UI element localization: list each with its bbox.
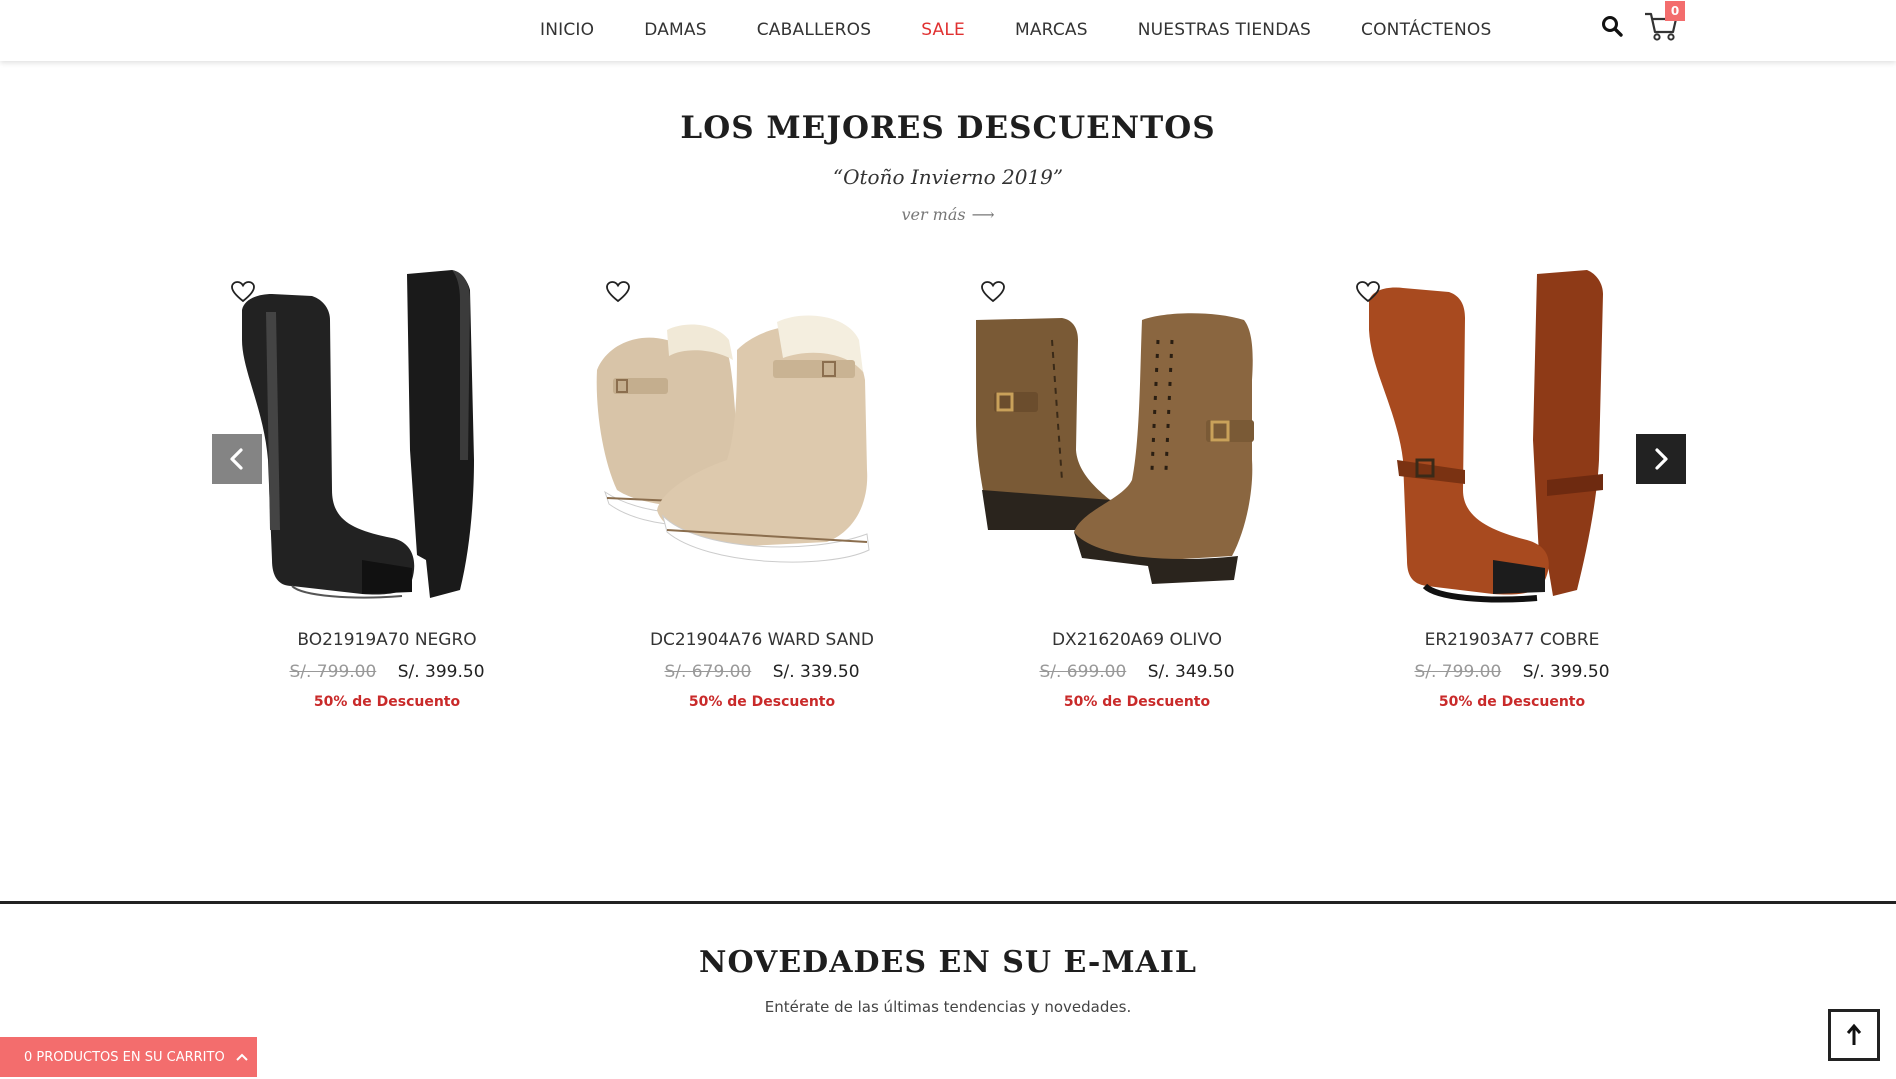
nav-item-sale[interactable]: SALE (921, 20, 965, 40)
product-card[interactable]: DX21620A69 OLIVO S/. 699.00 S/. 349.50 5… (962, 260, 1312, 730)
product-prices: S/. 799.00 S/. 399.50 (212, 662, 562, 682)
arrow-up-icon (1846, 1023, 1862, 1045)
chevron-up-icon (235, 1053, 248, 1061)
back-to-top-button[interactable] (1828, 1009, 1880, 1061)
search-icon[interactable] (1600, 14, 1624, 38)
section-title: LOS MEJORES DESCUENTOS (680, 110, 1216, 146)
product-carousel: BO21919A70 NEGRO S/. 799.00 S/. 399.50 5… (212, 260, 1687, 730)
heart-icon[interactable] (230, 280, 256, 304)
product-image-sand-shearling-ankle-boot[interactable] (587, 260, 937, 610)
sale-price: S/. 399.50 (397, 662, 485, 682)
newsletter-title: NOVEDADES EN SU E-MAIL (699, 945, 1197, 980)
old-price: S/. 799.00 (1414, 662, 1502, 682)
main-nav: INICIO DAMAS CABALLEROS SALE MARCAS NUES… (515, 20, 1516, 40)
discount-label: 50% de Descuento (688, 694, 836, 710)
sale-price: S/. 339.50 (772, 662, 860, 682)
section-subtitle: “Otoño Invierno 2019” (832, 165, 1064, 189)
nav-item-caballeros[interactable]: CABALLEROS (757, 20, 871, 40)
carousel-next-button[interactable] (1636, 434, 1686, 484)
carousel-prev-button[interactable] (212, 434, 262, 484)
nav-item-damas[interactable]: DAMAS (644, 20, 707, 40)
product-image-copper-tall-boot[interactable] (1337, 260, 1687, 610)
heart-icon[interactable] (1355, 280, 1381, 304)
old-price: S/. 679.00 (664, 662, 752, 682)
product-prices: S/. 799.00 S/. 399.50 (1337, 662, 1687, 682)
mini-cart-bar[interactable]: 0 PRODUCTOS EN SU CARRITO (0, 1037, 257, 1077)
nav-item-marcas[interactable]: MARCAS (1015, 20, 1088, 40)
site-header: INICIO DAMAS CABALLEROS SALE MARCAS NUES… (0, 0, 1896, 61)
ver-mas-label: ver más (901, 205, 966, 224)
discount-label: 50% de Descuento (1063, 694, 1211, 710)
ver-mas-link[interactable]: ver más ⟶ (0, 205, 1896, 224)
old-price: S/. 799.00 (289, 662, 377, 682)
arrow-right-icon: ⟶ (971, 205, 995, 224)
chevron-right-icon (1655, 448, 1668, 470)
product-prices: S/. 699.00 S/. 349.50 (962, 662, 1312, 682)
product-prices: S/. 679.00 S/. 339.50 (587, 662, 937, 682)
newsletter-subtitle: Entérate de las últimas tendencias y nov… (764, 998, 1132, 1016)
sale-price: S/. 349.50 (1147, 662, 1235, 682)
section-divider (0, 901, 1896, 904)
old-price: S/. 699.00 (1039, 662, 1127, 682)
product-name[interactable]: DX21620A69 OLIVO (962, 630, 1312, 650)
heart-icon[interactable] (980, 280, 1006, 304)
product-name[interactable]: ER21903A77 COBRE (1337, 630, 1687, 650)
product-card[interactable]: ER21903A77 COBRE S/. 799.00 S/. 399.50 5… (1337, 260, 1687, 730)
sale-price: S/. 399.50 (1522, 662, 1610, 682)
product-image-black-tall-boot[interactable] (212, 260, 562, 610)
product-name[interactable]: BO21919A70 NEGRO (212, 630, 562, 650)
cart-count-badge: 0 (1665, 1, 1685, 21)
discount-label: 50% de Descuento (313, 694, 461, 710)
product-card[interactable]: BO21919A70 NEGRO S/. 799.00 S/. 399.50 5… (212, 260, 562, 730)
nav-item-tiendas[interactable]: NUESTRAS TIENDAS (1138, 20, 1311, 40)
product-card[interactable]: DC21904A76 WARD SAND S/. 679.00 S/. 339.… (587, 260, 937, 730)
nav-item-contactenos[interactable]: CONTÁCTENOS (1361, 20, 1491, 40)
nav-item-inicio[interactable]: INICIO (540, 20, 594, 40)
product-image-olive-lace-up-boot[interactable] (962, 260, 1312, 610)
heart-icon[interactable] (605, 280, 631, 304)
chevron-left-icon (230, 448, 243, 470)
discount-label: 50% de Descuento (1438, 694, 1586, 710)
mini-cart-label: 0 PRODUCTOS EN SU CARRITO (24, 1049, 225, 1065)
product-name[interactable]: DC21904A76 WARD SAND (587, 630, 937, 650)
